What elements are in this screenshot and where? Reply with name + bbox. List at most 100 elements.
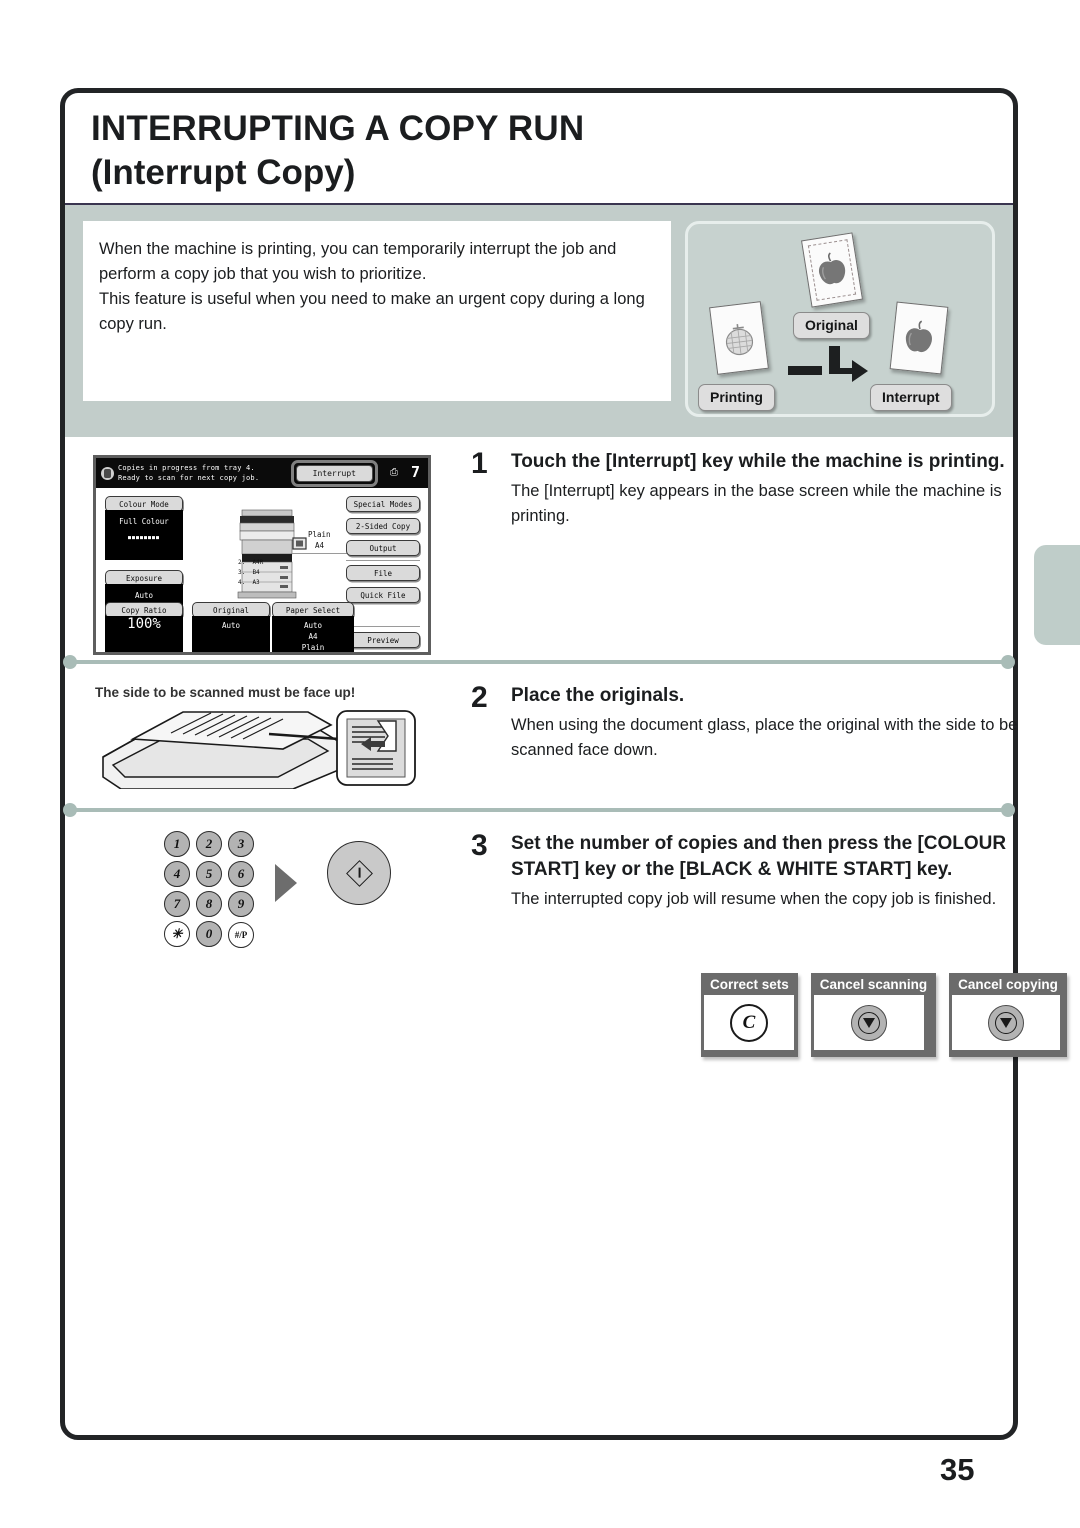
apple-sheet-icon — [819, 252, 846, 285]
divider-bar — [69, 808, 1009, 812]
lcd-paper-select-value-box: Auto A4 Plain — [272, 616, 354, 652]
lcd-status-bar: Copies in progress from tray 4. Ready to… — [96, 458, 428, 488]
page-side-tab — [1034, 545, 1080, 645]
correct-sets-button[interactable]: Correct sets C — [701, 973, 798, 1057]
cancel-copying-face — [952, 995, 1061, 1050]
document-feeder-icon — [102, 710, 416, 789]
lcd-quick-file-key[interactable]: Quick File — [346, 587, 420, 603]
lcd-special-modes-key[interactable]: Special Modes — [346, 496, 420, 512]
keypad-key-9[interactable]: 9 — [228, 891, 254, 917]
lcd-paper-select-value-2: A4 — [308, 632, 318, 641]
operation-keys-group: Correct sets C Cancel scanning Cancel co… — [701, 973, 1067, 1057]
cancel-copying-button[interactable]: Cancel copying — [949, 973, 1067, 1057]
lcd-status-text: Copies in progress from tray 4. Ready to… — [118, 463, 259, 483]
step-3-heading: Set the number of copies and then press … — [511, 833, 1007, 880]
intro-text-box: When the machine is printing, you can te… — [83, 221, 671, 401]
step-1-body: The [Interrupt] key appears in the base … — [511, 482, 1002, 525]
correct-sets-label: Correct sets — [710, 977, 789, 992]
keypad-key-7[interactable]: 7 — [164, 891, 190, 917]
tag-original: Original — [793, 312, 870, 339]
lcd-paper-callout-size: A4 — [315, 541, 325, 550]
step-2-row: The side to be scanned must be face up! — [65, 671, 1017, 801]
correct-sets-face: C — [704, 995, 794, 1050]
page-title-secondary: (Interrupt Copy) — [91, 153, 356, 192]
keypad-key-3[interactable]: 3 — [228, 831, 254, 857]
lcd-tray-2-label: 2. A4R — [238, 559, 264, 566]
lcd-file-key[interactable]: File — [346, 565, 420, 581]
cancel-scanning-button[interactable]: Cancel scanning — [810, 973, 937, 1057]
tag-printing: Printing — [698, 384, 775, 411]
interrupt-key-highlight: Interrupt — [290, 460, 378, 487]
lcd-copies-count: 7 — [410, 463, 420, 481]
keypad-key-2[interactable]: 2 — [196, 831, 222, 857]
cancel-scanning-label: Cancel scanning — [819, 977, 928, 992]
step-3-row: 123 456 789 ✳ 0 #/P 3 Set the number of … — [65, 819, 1067, 1059]
divider-knob-right — [1001, 655, 1015, 669]
apple-sheet-icon — [905, 320, 933, 353]
step-1-heading: Touch the [Interrupt] key while the mach… — [511, 451, 1005, 472]
lcd-colour-mode-gauge: ■■■■■■■■ — [127, 535, 161, 541]
lcd-output-key[interactable]: Output — [346, 540, 420, 556]
keypad-key-1[interactable]: 1 — [164, 831, 190, 857]
intro-paragraph-1: When the machine is printing, you can te… — [99, 240, 617, 283]
lcd-paper-select-value-1: Auto — [303, 621, 323, 630]
keypad-key-5[interactable]: 5 — [196, 861, 222, 887]
step-1-number: 1 — [471, 447, 488, 480]
machine-base-screen: Copies in progress from tray 4. Ready to… — [93, 455, 431, 655]
original-sheet — [801, 232, 863, 308]
divider-knob-right — [1001, 803, 1015, 817]
interrupt-sheet — [889, 301, 949, 375]
melon-sheet-icon — [725, 324, 754, 356]
page-title-primary: INTERRUPTING A COPY RUN — [91, 109, 585, 148]
cancel-copying-label: Cancel copying — [958, 977, 1058, 992]
stop-key-icon — [850, 1004, 887, 1041]
printer-status-icon — [101, 466, 114, 480]
keypad-key-asterisk[interactable]: ✳ — [164, 921, 190, 947]
lcd-status-line-1: Copies in progress from tray 4. — [118, 464, 255, 472]
lcd-original-value: Auto — [192, 616, 270, 652]
keypad-key-hash-p[interactable]: #/P — [228, 922, 254, 948]
keypad-key-8[interactable]: 8 — [196, 891, 222, 917]
numeric-keypad: 123 456 789 ✳ 0 #/P — [161, 829, 257, 950]
step-1-row: Copies in progress from tray 4. Ready to… — [65, 437, 1013, 655]
step-2-number: 2 — [471, 681, 488, 714]
lcd-paper-callout-type: Plain — [308, 530, 331, 539]
lcd-right-divider-1 — [346, 560, 420, 561]
lcd-right-divider-2 — [346, 626, 420, 627]
step-2-body: When using the document glass, place the… — [511, 716, 1018, 759]
lcd-colour-mode-value-box: Full Colour ■■■■■■■■ — [105, 510, 183, 560]
page-title-block: INTERRUPTING A COPY RUN (Interrupt Copy) — [65, 93, 1013, 205]
step-divider-1 — [63, 653, 1015, 671]
interrupt-flow-illustration: Original Printing Interrupt — [685, 221, 995, 417]
lcd-copy-ratio-value: 100% — [105, 616, 183, 652]
printing-sheet — [709, 301, 769, 375]
keypad-key-4[interactable]: 4 — [164, 861, 190, 887]
keypad-key-6[interactable]: 6 — [228, 861, 254, 887]
paper-feed-icon — [292, 537, 307, 550]
lcd-paper-select-value-3: Plain — [301, 643, 325, 652]
keypad-key-0[interactable]: 0 — [196, 921, 222, 947]
lcd-2-sided-copy-key[interactable]: 2-Sided Copy — [346, 518, 420, 534]
page-number: 35 — [940, 1452, 975, 1487]
step-3-body: The interrupted copy job will resume whe… — [511, 890, 997, 908]
stop-key-icon — [988, 1004, 1025, 1041]
lcd-interrupt-key[interactable]: Interrupt — [295, 465, 373, 482]
divider-bar — [69, 660, 1009, 664]
bent-arrow-icon — [788, 346, 872, 391]
cancel-scanning-face — [813, 995, 924, 1050]
lcd-exposure-value: Auto — [134, 591, 154, 600]
step-2-figure-note: The side to be scanned must be face up! — [95, 685, 356, 700]
lcd-tray-4-label: 4. A3 — [238, 579, 260, 586]
step-2-heading: Place the originals. — [511, 685, 685, 706]
steps-container: Copies in progress from tray 4. Ready to… — [63, 437, 1067, 1435]
step-divider-2 — [63, 801, 1015, 819]
copies-icon: ⎙ — [390, 467, 398, 478]
clear-c-key-icon: C — [730, 1003, 768, 1042]
start-key-icon[interactable] — [327, 841, 391, 905]
step-3-number: 3 — [471, 829, 488, 862]
lcd-preview-key[interactable]: Preview — [346, 632, 420, 648]
page-content-frame: INTERRUPTING A COPY RUN (Interrupt Copy)… — [60, 88, 1067, 1440]
tag-interrupt: Interrupt — [870, 384, 952, 411]
intro-paragraph-2: This feature is useful when you need to … — [99, 290, 645, 333]
intro-band: When the machine is printing, you can te… — [65, 205, 1013, 437]
